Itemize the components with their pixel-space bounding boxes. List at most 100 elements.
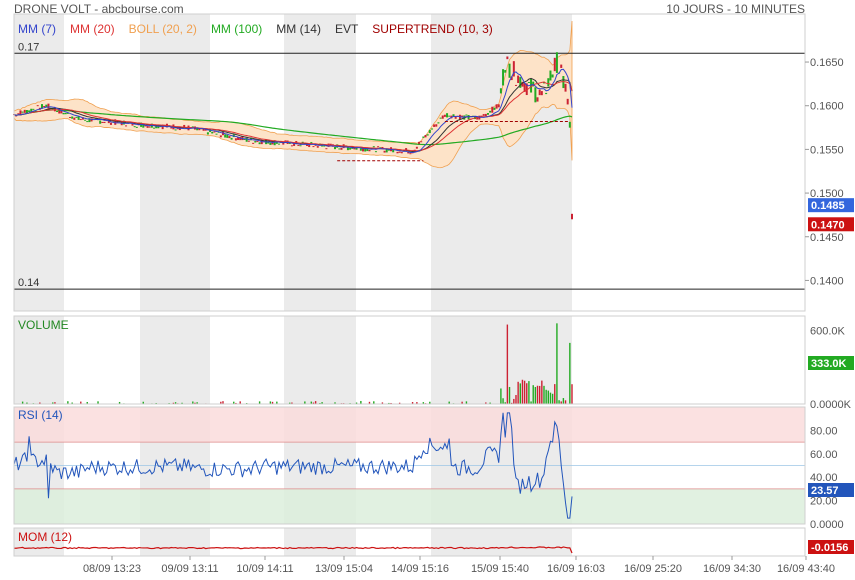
legend-boll[interactable]: BOLL (20, 2) [129,22,197,36]
candle [56,110,59,112]
candle [349,147,352,150]
candle [547,78,550,87]
candle [499,88,502,94]
session-band [284,528,356,556]
session-band [140,14,210,311]
price-tick-label: 0.1650 [810,57,844,69]
candle [372,146,375,148]
candle [125,125,128,127]
volume-bar [551,393,554,404]
legend-mm20[interactable]: MM (20) [70,22,115,36]
session-band [502,528,572,556]
legend-mm7[interactable]: MM (7) [18,22,56,36]
candle [514,84,517,86]
price-tick-label: 0.1600 [810,101,844,113]
candle [443,114,446,117]
candle [422,136,425,138]
rsi-tick-label: 20.00 [810,496,838,508]
x-tick-label: 16/09 25:20 [624,563,682,575]
candle [433,124,436,127]
panel-border [13,13,806,312]
candle [215,133,218,135]
candle [420,141,423,143]
candle [482,114,485,116]
volume-bar [532,385,534,404]
candle [299,145,302,147]
candle [497,104,500,108]
candle [75,116,78,118]
volume-bar [556,323,558,404]
candle [325,148,328,150]
volume-bar [571,384,573,404]
volume-bar [515,395,517,404]
volume-bar [500,388,502,404]
candle [256,141,259,143]
candle [84,119,87,121]
candle [571,213,573,220]
candle [64,112,67,115]
volume-bar [569,342,571,404]
volume-bar [513,398,515,404]
candle [441,115,444,119]
volume-bar [558,400,560,404]
candle [269,142,272,145]
candle [368,149,371,152]
candle [534,87,537,103]
legend-evt[interactable]: EVT [335,22,358,36]
candle [146,126,149,128]
candle [540,91,543,96]
mom-badge: -0.0156 [811,542,848,554]
candle [109,122,112,125]
candle [226,134,229,138]
candle [560,64,563,68]
candle [506,56,509,60]
candle [465,114,468,116]
volume-bar [502,398,504,404]
volume-bar [549,392,552,404]
panel-border [13,527,806,557]
legend-supertrend[interactable]: SUPERTREND (10, 3) [372,22,492,36]
candle [508,63,511,78]
candle [79,119,82,121]
volume-badge: 333.0K [811,358,847,370]
candle [230,137,233,140]
candle [62,112,65,115]
volume-tick-label: 0.0000K [810,399,852,411]
x-tick-label: 16/09 43:40 [777,563,835,575]
x-tick-label: 13/09 15:04 [315,563,373,575]
legend-mm14[interactable]: MM (14) [276,22,321,36]
candle [340,147,343,150]
candle [564,83,567,92]
candle [99,120,102,124]
candle [211,131,214,134]
candle [69,117,72,119]
candle [277,143,280,145]
volume-bar [543,385,545,404]
price-tick-label: 0.1550 [810,144,844,156]
rsi-tick-label: 40.00 [810,472,838,484]
volume-bar [523,380,526,404]
candle [213,131,216,133]
candle [234,138,237,141]
candle [536,97,539,102]
rsi-panel-label: RSI (14) [18,408,63,422]
candle [338,148,341,150]
candle [484,113,487,117]
candle [254,141,257,143]
candle [17,113,20,115]
price-tick-label: 0.1400 [810,275,844,287]
candle [133,126,136,128]
candle [409,153,412,155]
session-band [140,316,210,404]
rsi-tick-label: 0.0000 [810,519,844,531]
volume-bar [554,384,556,404]
x-tick-label: 16/09 34:30 [703,563,761,575]
candle [334,146,337,150]
candle [383,150,386,153]
legend-mm100[interactable]: MM (100) [211,22,262,36]
x-tick-label: 09/09 13:11 [161,563,218,575]
chart-period: 10 JOURS - 10 MINUTES [666,2,805,16]
candle [103,121,106,124]
volume-bar [562,398,565,404]
session-band [284,14,356,311]
